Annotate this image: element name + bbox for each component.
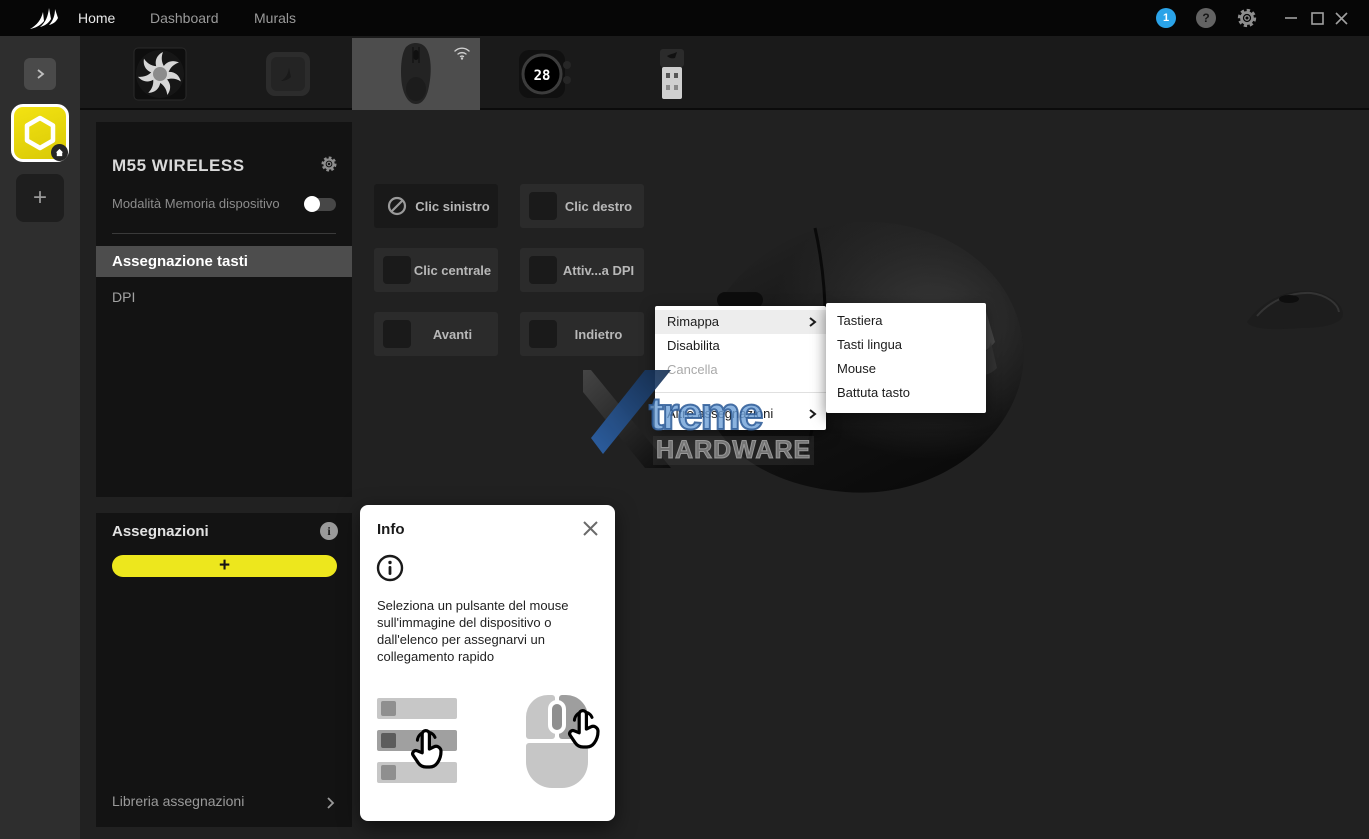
wireless-icon xyxy=(452,44,472,60)
list-row-icon xyxy=(381,765,396,780)
menu-item-label: Altre assegnazioni xyxy=(667,406,773,421)
menu-item-other-assignments[interactable]: Altre assegnazioni xyxy=(655,402,826,426)
key-button-left-click[interactable]: Clic sinistro xyxy=(374,184,498,228)
secondary-mouse-image[interactable] xyxy=(1243,282,1348,334)
device-tile-mouse-selected[interactable] xyxy=(352,38,480,110)
remap-submenu: Tastiera Tasti lingua Mouse Battuta tast… xyxy=(826,303,986,413)
key-button-forward[interactable]: Avanti xyxy=(374,312,498,356)
divider xyxy=(112,233,336,234)
key-button-label: Clic centrale xyxy=(411,263,498,278)
menu-divider xyxy=(655,392,826,393)
title-bar: Home Dashboard Murals 1 ? xyxy=(0,0,1369,36)
assignments-panel: Assegnazioni i + Libreria assegnazioni xyxy=(96,513,352,827)
submenu-arrow-icon xyxy=(807,408,818,420)
info-circle-icon xyxy=(376,554,404,582)
device-title: M55 WIRELESS xyxy=(112,156,245,176)
key-button-right-click[interactable]: Clic destro xyxy=(520,184,644,228)
key-button-label: Attiv...a DPI xyxy=(557,263,644,278)
nav-murals[interactable]: Murals xyxy=(254,10,296,26)
mouse-device-icon xyxy=(396,41,436,107)
device-tile-cooler[interactable]: 28 xyxy=(480,38,608,110)
device-gear-icon[interactable] xyxy=(320,155,338,173)
usb-dongle-icon xyxy=(657,48,687,100)
list-row xyxy=(377,698,457,719)
home-icon xyxy=(55,148,64,157)
key-button-label: Clic destro xyxy=(557,199,644,214)
click-hand-cursor-icon xyxy=(560,705,608,753)
corsair-logo-icon[interactable] xyxy=(28,5,62,31)
add-profile-button[interactable]: + xyxy=(16,174,64,222)
device-tile-keyboard[interactable] xyxy=(224,38,352,110)
nav-home[interactable]: Home xyxy=(78,10,115,26)
chevron-right-icon xyxy=(34,68,46,80)
fan-device-icon xyxy=(133,47,187,101)
device-settings-panel: M55 WIRELESS Modalità Memoria dispositiv… xyxy=(96,122,352,497)
profile-sidebar: + xyxy=(0,36,80,839)
nav-dashboard[interactable]: Dashboard xyxy=(150,10,219,26)
close-button[interactable] xyxy=(1329,0,1353,36)
active-profile-tile[interactable] xyxy=(11,104,69,162)
menu-item-clear: Cancella xyxy=(655,358,826,382)
keyboard-device-icon xyxy=(265,51,311,97)
popup-body-text: Seleziona un pulsante del mouse sull'imm… xyxy=(377,597,577,665)
icue-window: Home Dashboard Murals 1 ? xyxy=(0,0,1369,839)
submenu-arrow-icon xyxy=(807,316,818,328)
maximize-button[interactable] xyxy=(1305,0,1329,36)
menu-item-remap[interactable]: Rimappa xyxy=(655,310,826,334)
submenu-item-mouse[interactable]: Mouse xyxy=(826,357,986,381)
context-menu: Rimappa Disabilita Cancella Altre assegn… xyxy=(655,306,826,430)
info-icon[interactable]: i xyxy=(320,522,338,540)
assignments-title: Assegnazioni xyxy=(112,523,209,540)
key-square-icon xyxy=(383,320,411,348)
key-square-icon xyxy=(383,256,411,284)
chevron-right-icon[interactable] xyxy=(325,796,336,810)
info-popup: Info Seleziona un pulsante del mouse sul… xyxy=(360,505,615,821)
key-button-label: Indietro xyxy=(557,327,644,342)
key-button-label: Clic sinistro xyxy=(411,199,498,214)
assignment-library-link[interactable]: Libreria assegnazioni xyxy=(112,793,244,809)
device-tile-fan[interactable] xyxy=(96,38,224,110)
submenu-item-language-keys[interactable]: Tasti lingua xyxy=(826,333,986,357)
device-tile-dongle[interactable] xyxy=(608,38,736,110)
list-row-icon xyxy=(381,701,396,716)
notification-badge[interactable]: 1 xyxy=(1156,8,1176,28)
toggle-knob xyxy=(304,196,320,212)
key-button-dpi[interactable]: Attiv...a DPI xyxy=(520,248,644,292)
menu-item-label: Rimappa xyxy=(667,314,719,329)
menu-dpi[interactable]: DPI xyxy=(96,283,352,311)
submenu-item-keyboard[interactable]: Tastiera xyxy=(826,309,986,333)
popup-close-icon[interactable] xyxy=(582,520,599,537)
memory-mode-label: Modalità Memoria dispositivo xyxy=(112,196,322,211)
profile-hexagon-icon xyxy=(23,115,57,151)
memory-mode-toggle[interactable] xyxy=(306,198,336,211)
device-strip: 28 xyxy=(80,36,1369,110)
menu-key-assignment[interactable]: Assegnazione tasti xyxy=(96,246,352,277)
profile-home-badge xyxy=(51,144,68,161)
cooler-device-icon: 28 xyxy=(517,47,571,101)
popup-title: Info xyxy=(377,521,405,538)
list-row-icon xyxy=(381,733,396,748)
key-button-back[interactable]: Indietro xyxy=(520,312,644,356)
add-assignment-button[interactable]: + xyxy=(112,555,337,577)
sidebar-expand-button[interactable] xyxy=(24,58,56,90)
minimize-button[interactable] xyxy=(1279,0,1303,36)
svg-text:28: 28 xyxy=(534,68,551,84)
help-icon[interactable]: ? xyxy=(1196,8,1216,28)
settings-gear-icon[interactable] xyxy=(1236,7,1258,29)
key-square-icon xyxy=(529,192,557,220)
key-square-icon xyxy=(529,256,557,284)
submenu-item-keystroke[interactable]: Battuta tasto xyxy=(826,381,986,405)
menu-item-disable[interactable]: Disabilita xyxy=(655,334,826,358)
disabled-icon xyxy=(383,192,411,220)
key-button-middle-click[interactable]: Clic centrale xyxy=(374,248,498,292)
key-button-label: Avanti xyxy=(411,327,498,342)
key-square-icon xyxy=(529,320,557,348)
click-hand-cursor-icon xyxy=(403,725,451,773)
